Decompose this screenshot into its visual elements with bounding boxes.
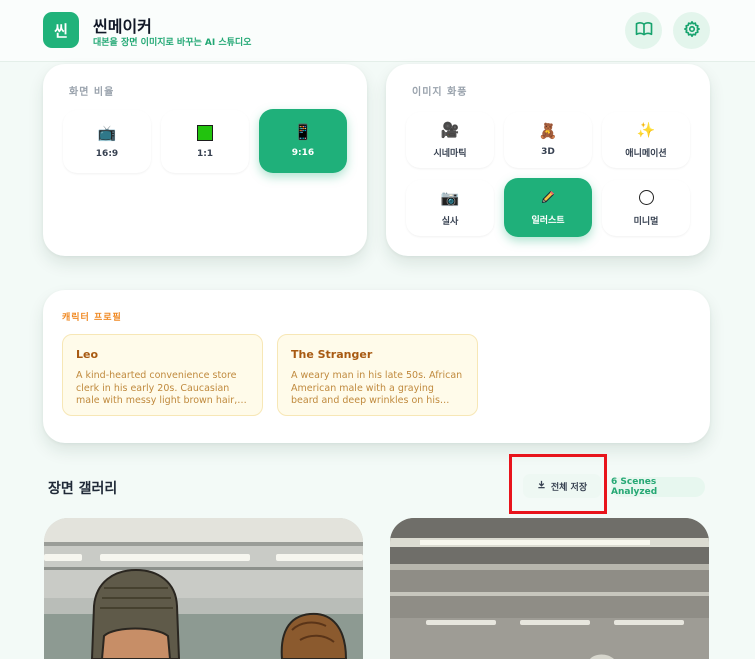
sparkles-icon: ✨: [636, 120, 656, 139]
image-style-label: 이미지 화풍: [412, 87, 468, 98]
circle-icon: [638, 190, 654, 206]
teddy-bear-icon: 🧸: [538, 122, 558, 140]
style-option-label: 시네마틱: [433, 148, 467, 159]
aspect-option-label: 9:16: [291, 148, 315, 158]
movie-camera-icon: 🎥: [440, 120, 460, 139]
aspect-option-9-16[interactable]: 📱 9:16: [259, 109, 347, 173]
guide-button[interactable]: [625, 12, 662, 49]
app-logo: 씬: [43, 12, 79, 48]
app-subtitle: 대본을 장면 이미지로 바꾸는 AI 스튜디오: [93, 38, 252, 48]
app-title: 씬메이커: [93, 17, 152, 36]
aspect-ratio-card: 화면 비율 📺 16:9 1:1 📱 9:16: [43, 64, 367, 256]
scene-image-2[interactable]: [390, 518, 709, 659]
style-option-3d[interactable]: 🧸 3D: [504, 112, 592, 168]
style-option-minimal[interactable]: 미니멀: [602, 180, 690, 236]
aspect-ratio-label: 화면 비율: [69, 87, 115, 98]
highlight-box: [509, 454, 607, 514]
character-description: A weary man in his late 50s. African Ame…: [291, 370, 463, 406]
style-option-label: 애니메이션: [625, 148, 667, 159]
style-option-label: 미니멀: [633, 216, 659, 227]
character-name: The Stranger: [291, 348, 373, 361]
tv-icon: 📺: [97, 123, 117, 142]
style-option-illustration[interactable]: 일러스트: [504, 178, 592, 237]
aspect-option-label: 16:9: [95, 148, 119, 159]
settings-button[interactable]: [673, 12, 710, 49]
aspect-option-1-1[interactable]: 1:1: [161, 110, 249, 173]
scenes-count-badge: 6 Scenes Analyzed: [611, 477, 705, 497]
character-card-stranger[interactable]: The Stranger A weary man in his late 50s…: [277, 334, 478, 416]
style-option-label: 일러스트: [531, 216, 565, 226]
style-option-label: 실사: [441, 216, 459, 227]
character-description: A kind-hearted convenience store clerk i…: [76, 370, 238, 406]
gallery-title: 장면 갤러리: [48, 481, 118, 497]
app-header: 씬 씬메이커 대본을 장면 이미지로 바꾸는 AI 스튜디오: [0, 0, 755, 62]
character-card-leo[interactable]: Leo A kind-hearted convenience store cle…: [62, 334, 263, 416]
style-option-photo[interactable]: 📷 실사: [406, 180, 494, 236]
camera-icon: 📷: [440, 188, 460, 207]
pencil-icon: [540, 189, 556, 205]
square-icon: [197, 124, 213, 141]
aspect-option-label: 1:1: [196, 148, 214, 159]
image-style-card: 이미지 화풍 🎥 시네마틱 🧸 3D ✨ 애니메이션 📷 실사 일러스트 미니멀: [386, 64, 710, 256]
phone-icon: 📱: [293, 123, 313, 141]
scene-image-1[interactable]: [44, 518, 363, 659]
character-name: Leo: [76, 348, 99, 361]
style-option-label: 3D: [541, 147, 555, 157]
aspect-option-16-9[interactable]: 📺 16:9: [63, 110, 151, 173]
gear-icon: [683, 20, 701, 42]
character-profile-label: 캐릭터 프로필: [62, 313, 122, 323]
style-option-cinematic[interactable]: 🎥 시네마틱: [406, 112, 494, 168]
style-option-animation[interactable]: ✨ 애니메이션: [602, 112, 690, 168]
book-icon: [635, 20, 653, 42]
